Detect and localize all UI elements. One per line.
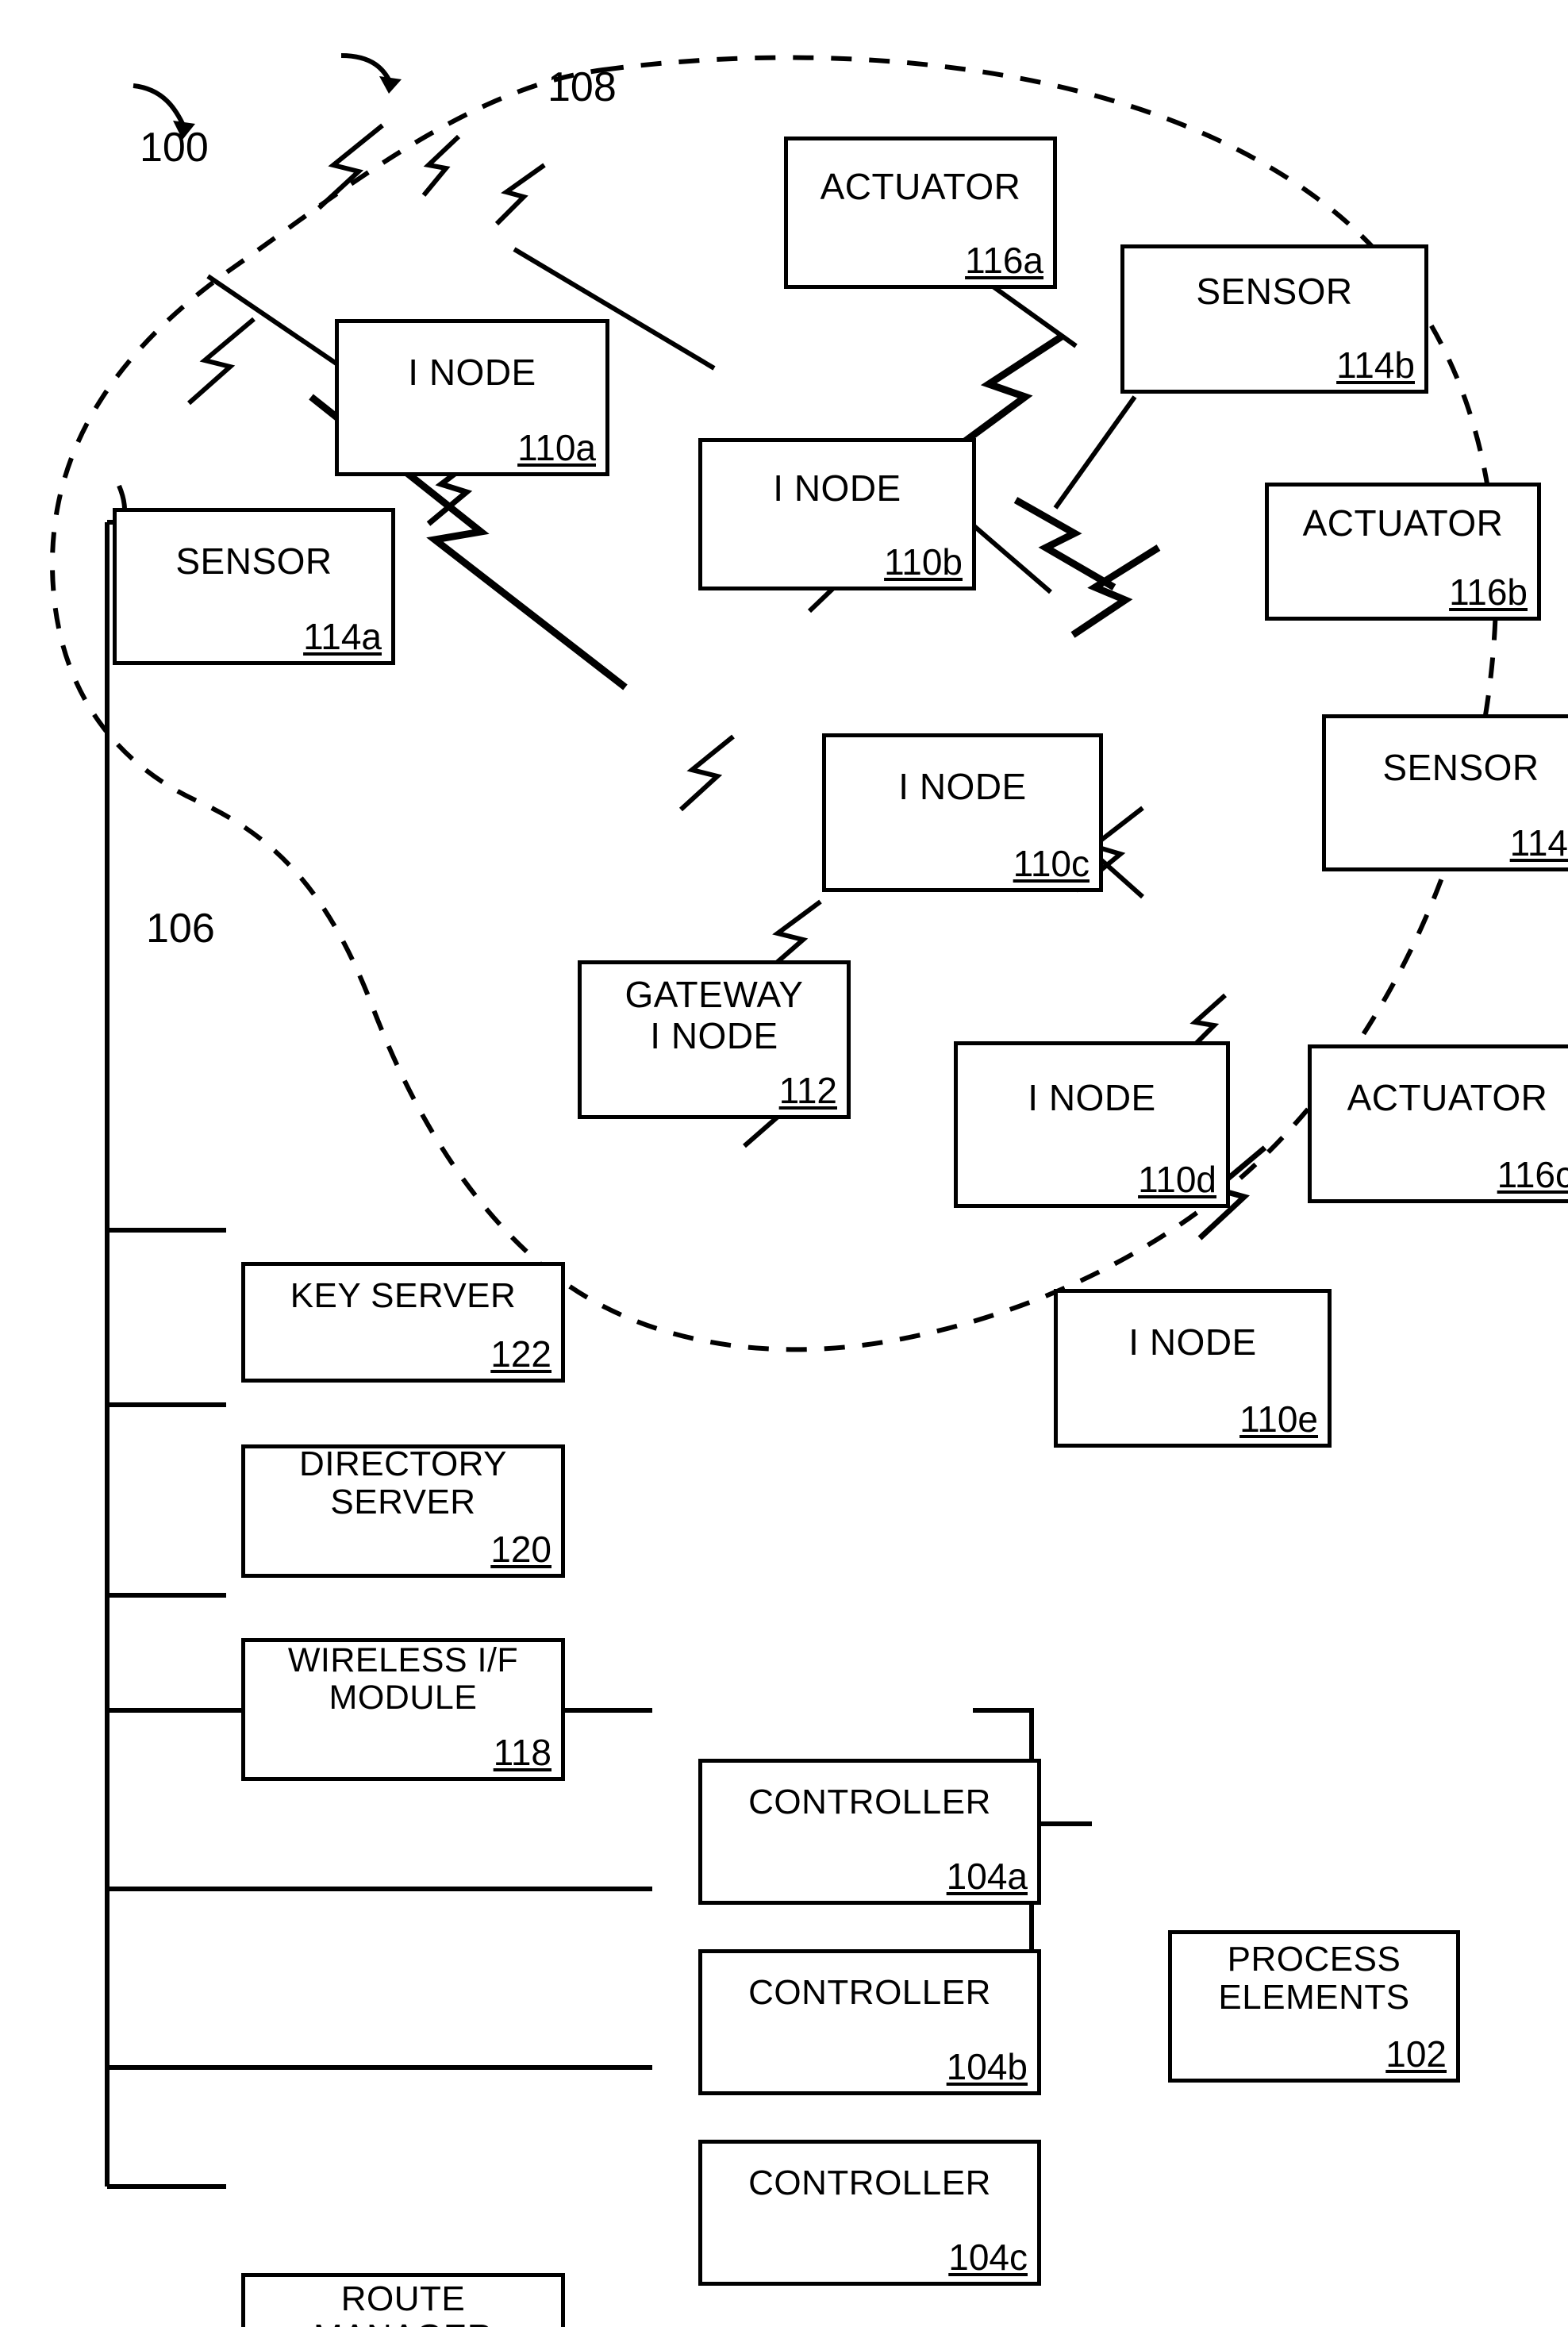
patent-figure: 100 106 108 ACTUATOR 116a SENSOR 114b I … <box>0 0 1568 2327</box>
node-reference: 116b <box>1449 571 1528 613</box>
node-reference: 120 <box>490 1529 551 1570</box>
node-sensor-114a[interactable]: SENSOR 114a <box>113 508 395 665</box>
node-label: DIRECTORY SERVER <box>298 1444 508 1521</box>
node-reference: 114b <box>1336 344 1415 386</box>
node-reference: 110b <box>884 541 963 583</box>
node-reference: 104c <box>948 2237 1028 2278</box>
node-label: ACTUATOR <box>820 166 1021 207</box>
callout-106: 106 <box>146 906 215 952</box>
node-reference: 110c <box>1013 843 1090 884</box>
node-label: I NODE <box>773 467 901 509</box>
wireless-link-110b-116b <box>963 333 1064 444</box>
wireless-link-110a-116a <box>317 123 384 210</box>
callout-108: 108 <box>548 64 617 110</box>
node-reference: 118 <box>493 1732 551 1773</box>
node-label: SENSOR <box>175 540 332 582</box>
node-inode-110e[interactable]: I NODE 110e <box>1054 1289 1332 1448</box>
node-label: I NODE <box>1028 1077 1156 1118</box>
callout-arrowhead-108 <box>379 76 402 94</box>
wireless-link-110c-114c <box>1070 544 1161 638</box>
node-process-elements-102[interactable]: PROCESS ELEMENTS 102 <box>1168 1930 1460 2083</box>
wireless-link-116a-110b <box>421 134 461 197</box>
callout-100: 100 <box>140 125 209 171</box>
node-sensor-114b[interactable]: SENSOR 114b <box>1120 244 1428 394</box>
node-label: CONTROLLER <box>748 1973 991 2012</box>
node-label: CONTROLLER <box>748 1783 991 1821</box>
node-label: GATEWAY I NODE <box>625 974 804 1056</box>
node-label: I NODE <box>1128 1321 1257 1363</box>
node-label: I NODE <box>898 766 1027 807</box>
node-inode-110a[interactable]: I NODE 110a <box>335 319 609 476</box>
node-label: SENSOR <box>1196 271 1353 312</box>
node-reference: 104b <box>946 2046 1028 2087</box>
node-gateway-inode-112[interactable]: GATEWAY I NODE 112 <box>578 960 851 1119</box>
node-label: ACTUATOR <box>1347 1077 1548 1118</box>
node-label: WIRELESS I/F MODULE <box>287 1641 519 1717</box>
node-actuator-116a[interactable]: ACTUATOR 116a <box>784 137 1057 289</box>
callout-arrow-100 <box>133 83 186 129</box>
node-actuator-116c[interactable]: ACTUATOR 116c <box>1308 1044 1568 1203</box>
node-inode-110b[interactable]: I NODE 110b <box>698 438 976 590</box>
node-actuator-116b[interactable]: ACTUATOR 116b <box>1265 483 1541 621</box>
node-label: ACTUATOR <box>1302 502 1504 544</box>
node-reference: 116a <box>965 240 1043 281</box>
node-label: SENSOR <box>1382 747 1539 788</box>
node-controller-104b[interactable]: CONTROLLER 104b <box>698 1949 1041 2095</box>
node-controller-104a[interactable]: CONTROLLER 104a <box>698 1759 1041 1905</box>
node-key-server-122[interactable]: KEY SERVER 122 <box>241 1262 565 1383</box>
node-label: I NODE <box>408 352 536 393</box>
wireless-link-110c-gateway <box>678 734 735 812</box>
node-reference: 102 <box>1385 2033 1447 2075</box>
node-reference: 110d <box>1138 1159 1216 1200</box>
node-inode-110d[interactable]: I NODE 110d <box>954 1041 1230 1208</box>
node-reference: 112 <box>778 1070 837 1111</box>
node-controller-104c[interactable]: CONTROLLER 104c <box>698 2140 1041 2286</box>
node-reference: 110e <box>1239 1398 1318 1440</box>
node-wireless-if-module-118[interactable]: WIRELESS I/F MODULE 118 <box>241 1638 565 1781</box>
node-inode-110c[interactable]: I NODE 110c <box>822 733 1103 892</box>
node-route-manager-124[interactable]: ROUTE MANAGER 124 <box>241 2273 565 2327</box>
node-reference: 114c <box>1509 822 1568 863</box>
wireless-link-aux-5 <box>1053 395 1137 510</box>
wireless-link-110b-114b <box>494 163 546 226</box>
wireless-link-114a-110a <box>187 317 256 406</box>
node-reference: 110a <box>517 427 596 468</box>
node-directory-server-120[interactable]: DIRECTORY SERVER 120 <box>241 1444 565 1578</box>
node-label: CONTROLLER <box>748 2164 991 2202</box>
node-sensor-114c[interactable]: SENSOR 114c <box>1322 714 1568 871</box>
node-reference: 104a <box>946 1856 1028 1897</box>
node-label: KEY SERVER <box>290 1276 517 1315</box>
node-label: PROCESS ELEMENTS <box>1218 1940 1410 2017</box>
node-reference: 122 <box>490 1333 551 1375</box>
node-reference: 114a <box>303 616 382 657</box>
node-reference: 116c <box>1497 1154 1568 1195</box>
node-label: ROUTE MANAGER <box>313 2279 492 2327</box>
